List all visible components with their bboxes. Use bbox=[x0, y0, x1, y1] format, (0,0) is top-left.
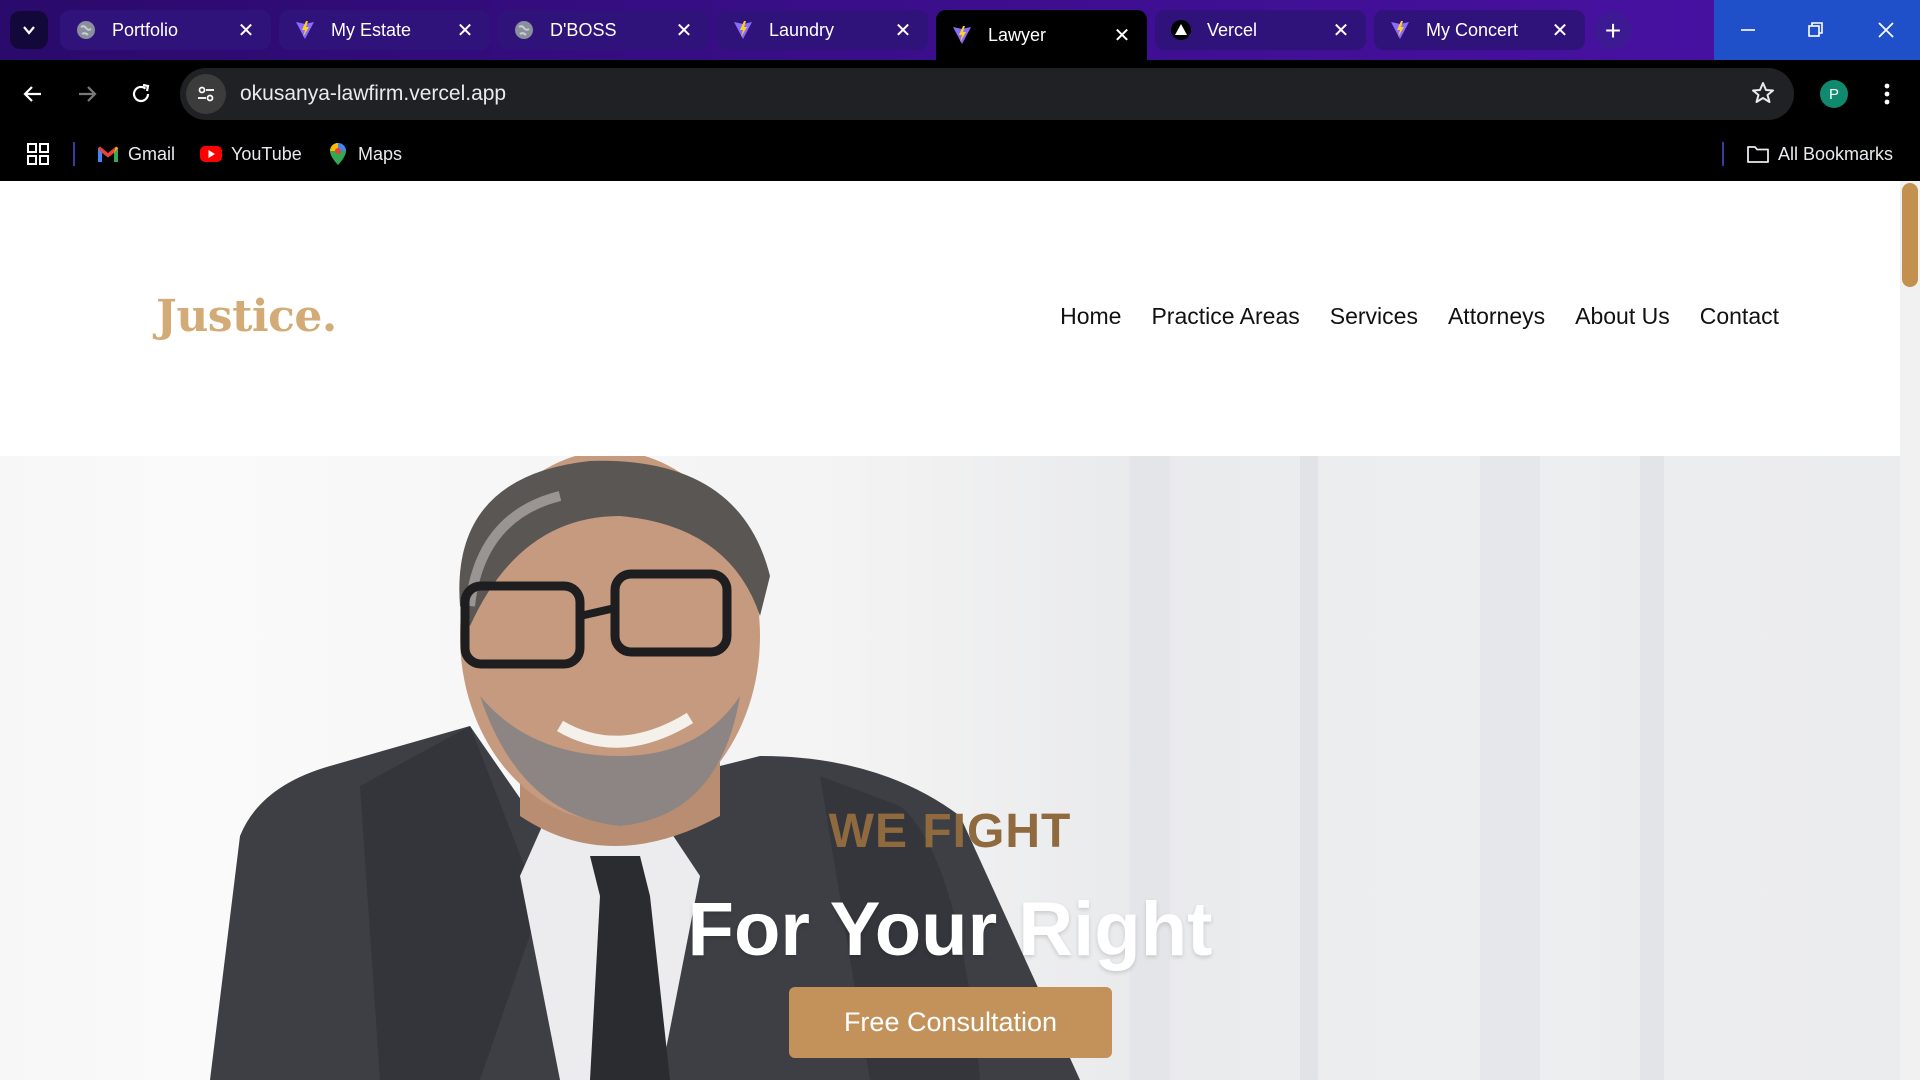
bookmark-label: Gmail bbox=[128, 143, 176, 164]
tab-title: Lawyer bbox=[988, 24, 1047, 45]
tab-portfolio[interactable]: Portfolio ✕ bbox=[60, 10, 271, 50]
tab-title: My Estate bbox=[331, 19, 412, 40]
tab-lawyer[interactable]: Lawyer ✕ bbox=[936, 10, 1147, 60]
close-window-button[interactable] bbox=[1852, 0, 1920, 60]
browser-toolbar: okusanya-lawfirm.vercel.app P bbox=[0, 60, 1920, 128]
reload-icon bbox=[132, 83, 150, 103]
bookmark-maps[interactable]: Maps bbox=[326, 140, 402, 168]
new-tab-button[interactable]: + bbox=[1594, 12, 1632, 50]
bookmark-gmail[interactable]: Gmail bbox=[96, 140, 175, 168]
close-icon[interactable]: ✕ bbox=[1111, 24, 1133, 47]
bookmark-label: YouTube bbox=[231, 143, 302, 164]
back-button[interactable] bbox=[16, 77, 50, 111]
tab-title: Laundry bbox=[769, 19, 835, 40]
close-icon[interactable]: ✕ bbox=[235, 19, 257, 42]
close-icon[interactable]: ✕ bbox=[1330, 19, 1352, 42]
globe-icon bbox=[74, 18, 98, 42]
page-scrollbar[interactable] bbox=[1900, 181, 1920, 1080]
forward-button[interactable] bbox=[70, 77, 104, 111]
scrollbar-thumb[interactable] bbox=[1902, 183, 1918, 287]
browser-menu-button[interactable] bbox=[1872, 78, 1902, 110]
tab-strip: Portfolio ✕ My Estate ✕ D'BOSS ✕ Laundry… bbox=[0, 0, 1920, 60]
all-bookmarks-label: All Bookmarks bbox=[1778, 143, 1894, 164]
tab-title: My Concert bbox=[1426, 19, 1519, 40]
gmail-icon bbox=[96, 142, 120, 166]
nav-attorneys[interactable]: Attorneys bbox=[1448, 303, 1545, 330]
site-info-button[interactable] bbox=[186, 74, 226, 114]
apps-grid-icon bbox=[27, 143, 49, 165]
more-vertical-icon bbox=[1884, 83, 1890, 105]
site-logo[interactable]: Justice. bbox=[156, 291, 337, 342]
tab-title: Portfolio bbox=[112, 19, 179, 40]
tab-my-estate[interactable]: My Estate ✕ bbox=[279, 10, 490, 50]
nav-home[interactable]: Home bbox=[1060, 303, 1121, 330]
maps-icon bbox=[326, 142, 350, 166]
globe-icon bbox=[512, 18, 536, 42]
site-header: Justice. Home Practice Areas Services At… bbox=[0, 181, 1900, 456]
chevron-down-icon bbox=[23, 26, 35, 35]
tune-icon bbox=[198, 86, 214, 102]
nav-services[interactable]: Services bbox=[1330, 303, 1418, 330]
vite-icon bbox=[731, 18, 755, 42]
address-bar[interactable]: okusanya-lawfirm.vercel.app bbox=[180, 68, 1794, 120]
folder-icon bbox=[1746, 142, 1770, 166]
hero-kicker: WE FIGHT bbox=[828, 805, 1072, 858]
url-text[interactable]: okusanya-lawfirm.vercel.app bbox=[240, 82, 506, 106]
vite-icon bbox=[1388, 18, 1412, 42]
bookmark-label: Maps bbox=[358, 143, 403, 164]
apps-button[interactable] bbox=[26, 140, 50, 168]
arrow-right-icon bbox=[79, 86, 97, 102]
free-consultation-button[interactable]: Free Consultation bbox=[789, 987, 1112, 1058]
vite-icon bbox=[950, 23, 974, 47]
close-icon bbox=[1878, 22, 1894, 38]
hero-section: WE FIGHT For Your Right Free Consultatio… bbox=[0, 456, 1900, 1080]
page-viewport: Justice. Home Practice Areas Services At… bbox=[0, 181, 1920, 1080]
tab-search-button[interactable] bbox=[10, 11, 48, 49]
restore-icon bbox=[1808, 22, 1823, 37]
tab-my-concert[interactable]: My Concert ✕ bbox=[1374, 10, 1585, 50]
bookmarks-divider bbox=[73, 142, 75, 166]
close-icon[interactable]: ✕ bbox=[673, 19, 695, 42]
close-icon[interactable]: ✕ bbox=[1549, 19, 1571, 42]
bookmark-star-button[interactable] bbox=[1750, 80, 1776, 111]
tab-title: D'BOSS bbox=[550, 19, 617, 40]
close-icon[interactable]: ✕ bbox=[892, 19, 914, 42]
tab-dboss[interactable]: D'BOSS ✕ bbox=[498, 10, 709, 50]
profile-avatar[interactable]: P bbox=[1820, 80, 1848, 108]
vercel-icon bbox=[1169, 18, 1193, 42]
bookmark-youtube[interactable]: YouTube bbox=[199, 140, 302, 168]
tab-vercel[interactable]: Vercel ✕ bbox=[1155, 10, 1366, 50]
close-icon[interactable]: ✕ bbox=[454, 19, 476, 42]
star-icon bbox=[1752, 82, 1774, 103]
plus-icon: + bbox=[1604, 15, 1622, 46]
reload-button[interactable] bbox=[124, 77, 158, 111]
nav-practice-areas[interactable]: Practice Areas bbox=[1151, 303, 1299, 330]
minimize-button[interactable] bbox=[1714, 0, 1782, 60]
vite-icon bbox=[293, 18, 317, 42]
bookmarks-divider bbox=[1722, 142, 1724, 166]
nav-about-us[interactable]: About Us bbox=[1575, 303, 1670, 330]
all-bookmarks-button[interactable]: All Bookmarks bbox=[1746, 140, 1893, 168]
restore-button[interactable] bbox=[1782, 0, 1850, 60]
bookmarks-bar: Gmail YouTube Maps All Bookmarks bbox=[0, 128, 1920, 180]
main-nav: Home Practice Areas Services Attorneys A… bbox=[1030, 303, 1779, 330]
hero-headline: For Your Right bbox=[687, 887, 1213, 972]
tab-laundry[interactable]: Laundry ✕ bbox=[717, 10, 928, 50]
arrow-left-icon bbox=[23, 86, 41, 102]
tab-title: Vercel bbox=[1207, 19, 1258, 40]
minimize-icon bbox=[1741, 29, 1755, 31]
youtube-icon bbox=[199, 142, 223, 166]
nav-contact[interactable]: Contact bbox=[1700, 303, 1779, 330]
